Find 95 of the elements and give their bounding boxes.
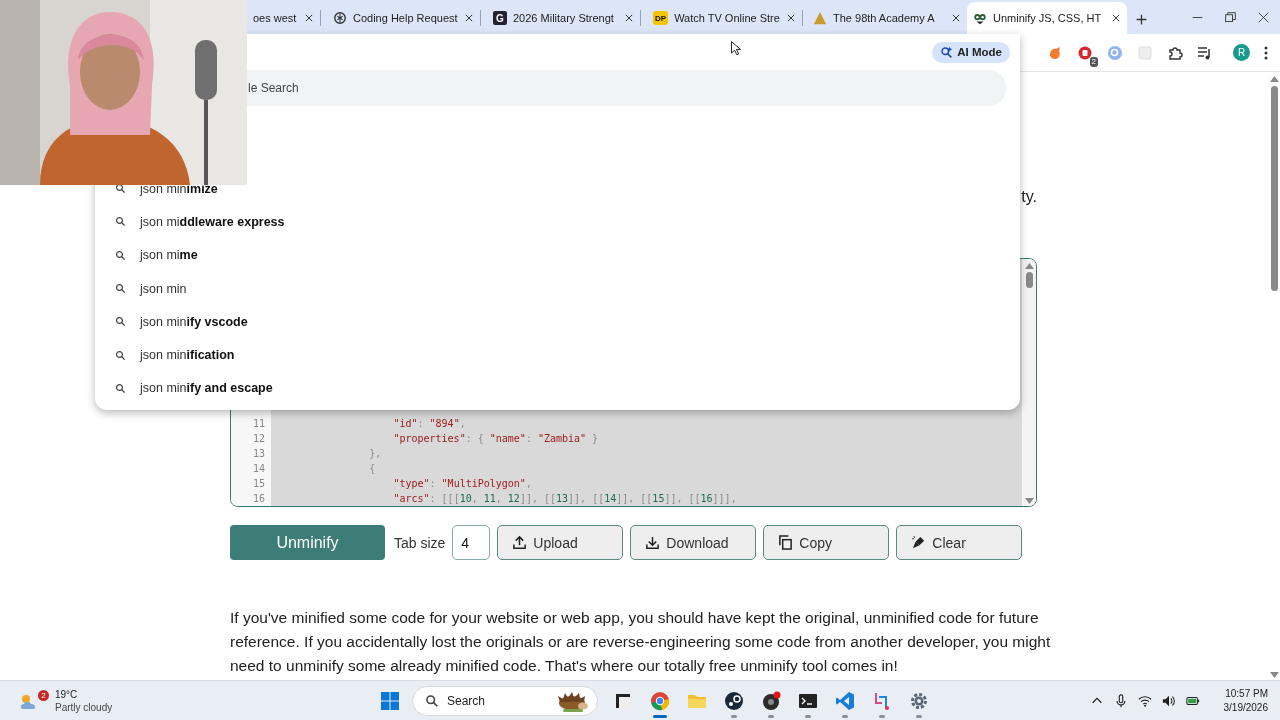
mouse-cursor-icon	[731, 41, 741, 56]
code-line: "properties": { "name": "Zambia" }	[392, 432, 600, 446]
copy-icon	[778, 535, 794, 550]
clear-button[interactable]: Clear	[896, 525, 1023, 560]
copy-button[interactable]: Copy	[763, 525, 890, 560]
weather-text: Partly cloudy	[55, 700, 113, 714]
search-icon	[115, 382, 126, 394]
scrollbar[interactable]	[1022, 259, 1036, 506]
playlist-icon[interactable]	[1197, 44, 1213, 61]
browser-tab[interactable]: The 98th Academy A	[807, 4, 967, 32]
ai-mode-button[interactable]: AI Mode	[932, 41, 1010, 63]
speaker-icon[interactable]	[1161, 693, 1176, 708]
code-editor-icon[interactable]	[834, 690, 855, 711]
chrome-icon[interactable]	[649, 690, 670, 711]
upload-icon	[512, 535, 528, 550]
count-badge: 2	[1089, 56, 1098, 67]
scroll-down-icon[interactable]	[1269, 672, 1279, 678]
line-number: 15	[252, 477, 265, 491]
code-line: "id": "894",	[392, 417, 467, 431]
restore-icon[interactable]	[1225, 11, 1236, 23]
tab-title: Watch TV Online Stre	[674, 12, 780, 24]
recorder-icon[interactable]	[760, 690, 781, 711]
scroll-up-icon[interactable]	[1269, 76, 1279, 82]
search-icon	[425, 693, 439, 708]
close-icon[interactable]	[785, 13, 796, 23]
close-icon[interactable]	[1258, 11, 1269, 23]
download-icon	[645, 535, 661, 550]
search-icon	[115, 316, 126, 328]
code-line: "arcs": [[[10, 11, 12]], [[13]], [[14]], [[15]], [[16]]],	[392, 492, 738, 506]
site-icon	[333, 11, 347, 25]
line-number: 12	[252, 432, 265, 446]
body-paragraph: If you've minified some code for your website or web app, you should have kept the original, unminified code for future reference. If you accidentally lost the originals or are reverse-engineering some code from another developer, you might need to unminify some already minified code. That's where our totally free unminify tool comes in!	[230, 608, 1052, 676]
line-number: 11	[252, 417, 265, 431]
browser-tab[interactable]: Unminify JS, CSS, HT	[967, 2, 1127, 34]
broom-icon	[911, 535, 927, 550]
suggestion-item[interactable]: json min	[140, 281, 187, 296]
line-number: 14	[252, 462, 265, 476]
search-field[interactable]: le Search	[247, 70, 1006, 106]
site-logo: G	[493, 11, 507, 25]
browser-tab[interactable]: DP Watch TV Online Stre	[647, 4, 807, 32]
scroll-down-icon[interactable]	[1024, 498, 1034, 504]
search-icon	[115, 283, 126, 295]
suggestion-item[interactable]: json minify vscode	[140, 314, 248, 329]
download-button[interactable]: Download	[630, 525, 757, 560]
close-icon[interactable]	[624, 13, 634, 23]
tab-size-field[interactable]: 4	[452, 525, 491, 560]
close-icon[interactable]	[464, 13, 474, 23]
clock-date: 3/19/2026	[1223, 700, 1268, 715]
field-label: Tab size	[394, 534, 446, 551]
wifi-icon[interactable]	[1137, 693, 1152, 708]
new-tab-icon[interactable]	[1135, 13, 1148, 26]
tab-title: 2026 Military Strengt	[513, 12, 615, 24]
search-icon	[115, 349, 126, 361]
suggestion-item[interactable]: json middleware express	[140, 214, 285, 229]
search-icon	[115, 249, 126, 261]
tab-title: Unminify JS, CSS, HT	[993, 12, 1103, 24]
tab-title: oes west	[253, 12, 298, 24]
temperature-text: 19°C	[55, 687, 79, 701]
browser-tab[interactable]: oes west	[247, 4, 327, 32]
scroll-up-icon[interactable]	[1024, 263, 1034, 269]
close-icon[interactable]	[304, 13, 314, 23]
suggestion-item[interactable]: json mime	[140, 248, 198, 263]
search-icon	[115, 216, 126, 228]
close-icon[interactable]	[951, 13, 961, 23]
site-logo: DP	[653, 11, 669, 25]
notification-badge: 2	[38, 689, 49, 701]
code-line: {	[368, 462, 377, 476]
taskbar-search[interactable]: Search	[412, 685, 598, 716]
browser-tab[interactable]: G 2026 Military Strengt	[487, 4, 647, 32]
search-sparkle-icon	[940, 45, 954, 59]
suggestion-item[interactable]: json minify and escape	[140, 381, 273, 396]
settings-icon[interactable]	[908, 690, 929, 711]
code-line: "type": "MultiPolygon",	[392, 477, 533, 491]
start-icon[interactable]	[380, 690, 400, 711]
suggestion-item[interactable]: json minification	[140, 348, 235, 363]
upload-button[interactable]: Upload	[497, 525, 624, 560]
suggestion-item[interactable]: json minimize	[140, 181, 218, 196]
unminify-button[interactable]: Unminify	[230, 525, 385, 560]
puzzle-icon[interactable]	[1167, 44, 1183, 61]
tab-title: Coding Help Request	[353, 12, 458, 24]
code-line: },	[368, 447, 383, 461]
steam-icon[interactable]	[723, 690, 744, 711]
body-text: ty.	[1021, 188, 1037, 207]
scroll-thumb[interactable]	[1025, 272, 1033, 288]
shield-icon[interactable]	[1077, 44, 1093, 61]
browser-tab[interactable]: Coding Help Request	[327, 4, 487, 32]
triangle-icon	[813, 11, 827, 25]
tab-title: The 98th Academy A	[833, 12, 936, 24]
line-number: 16	[252, 492, 265, 506]
clock-time: 10:57 PM	[1225, 686, 1268, 701]
menu-icon[interactable]	[1264, 45, 1268, 60]
owl-icon	[973, 11, 987, 25]
close-icon[interactable]	[1111, 13, 1121, 23]
line-number: 13	[252, 447, 265, 461]
scroll-thumb[interactable]	[1270, 86, 1278, 291]
